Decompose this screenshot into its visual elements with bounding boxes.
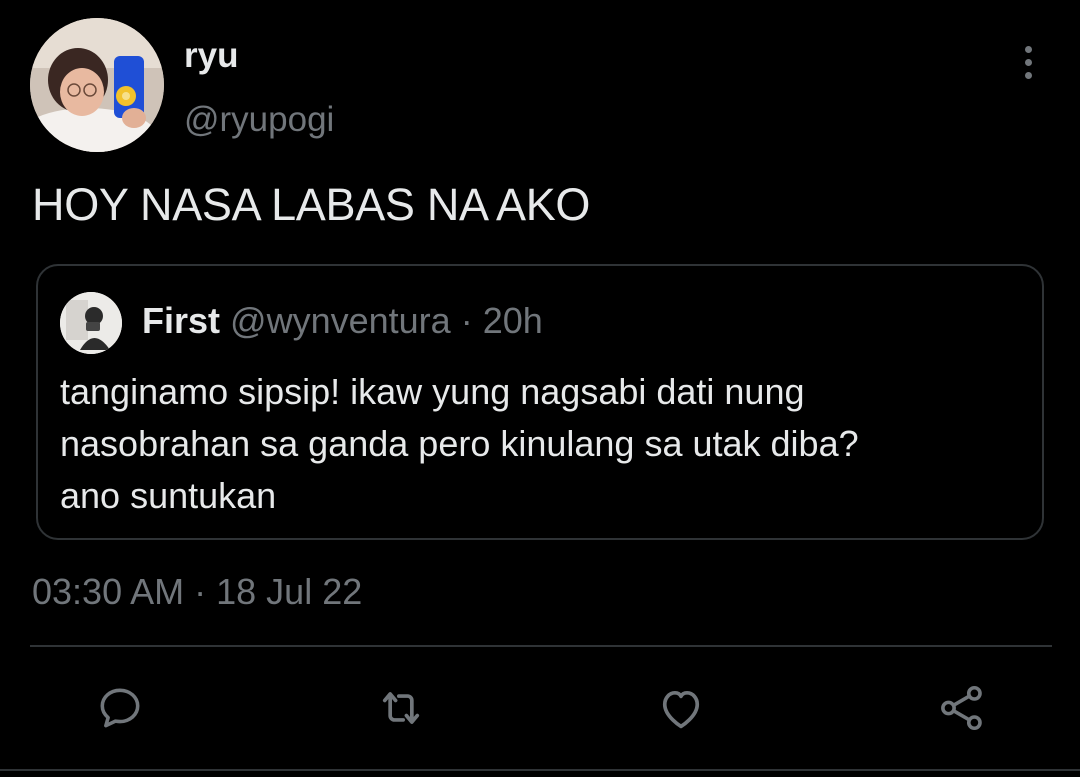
quoted-author-avatar[interactable] [60, 292, 122, 354]
more-dot [1024, 71, 1032, 79]
more-dot [1024, 45, 1032, 53]
quoted-tweet-card[interactable]: First @wynventura · 20h tanginamo sipsip… [36, 264, 1044, 540]
more-dot [1024, 58, 1032, 66]
bottom-divider [0, 769, 1080, 771]
reply-button[interactable] [92, 680, 148, 736]
quoted-text-line: ano suntukan [60, 475, 277, 516]
more-options-icon[interactable] [1010, 40, 1046, 84]
tweet-text: HOY NASA LABAS NA AKO [32, 179, 591, 230]
retweet-icon [382, 692, 420, 724]
quoted-author-name[interactable]: First [142, 300, 220, 341]
share-button[interactable] [934, 680, 990, 736]
retweet-button[interactable] [373, 680, 429, 736]
author-avatar[interactable] [30, 18, 164, 152]
author-avatar-image [30, 18, 164, 152]
quoted-tweet-header: First @wynventura · 20h [142, 300, 543, 342]
tweet-timestamp[interactable]: 03:30 AM · 18 Jul 22 [32, 570, 362, 614]
separator-dot: · [460, 300, 473, 341]
quoted-author-handle[interactable]: @wynventura [230, 300, 451, 341]
quoted-tweet-text: tanginamo sipsip! ikaw yung nagsabi dati… [60, 366, 1020, 522]
share-icon [941, 685, 982, 731]
divider [30, 645, 1052, 647]
quoted-avatar-image [60, 292, 122, 354]
quoted-text-line: tanginamo sipsip! ikaw yung nagsabi dati… [60, 371, 805, 412]
tweet-time: 03:30 AM [32, 571, 185, 612]
author-name[interactable]: ryu [184, 36, 238, 76]
reply-icon [100, 688, 140, 728]
author-handle[interactable]: @ryupogi [184, 100, 334, 140]
quoted-text-line: nasobrahan sa ganda pero kinulang sa uta… [60, 423, 859, 464]
tweet-date: 18 Jul 22 [216, 571, 363, 612]
like-icon [662, 690, 700, 729]
quoted-tweet-time: 20h [482, 300, 543, 341]
separator-dot: · [194, 571, 207, 612]
like-button[interactable] [653, 680, 709, 736]
